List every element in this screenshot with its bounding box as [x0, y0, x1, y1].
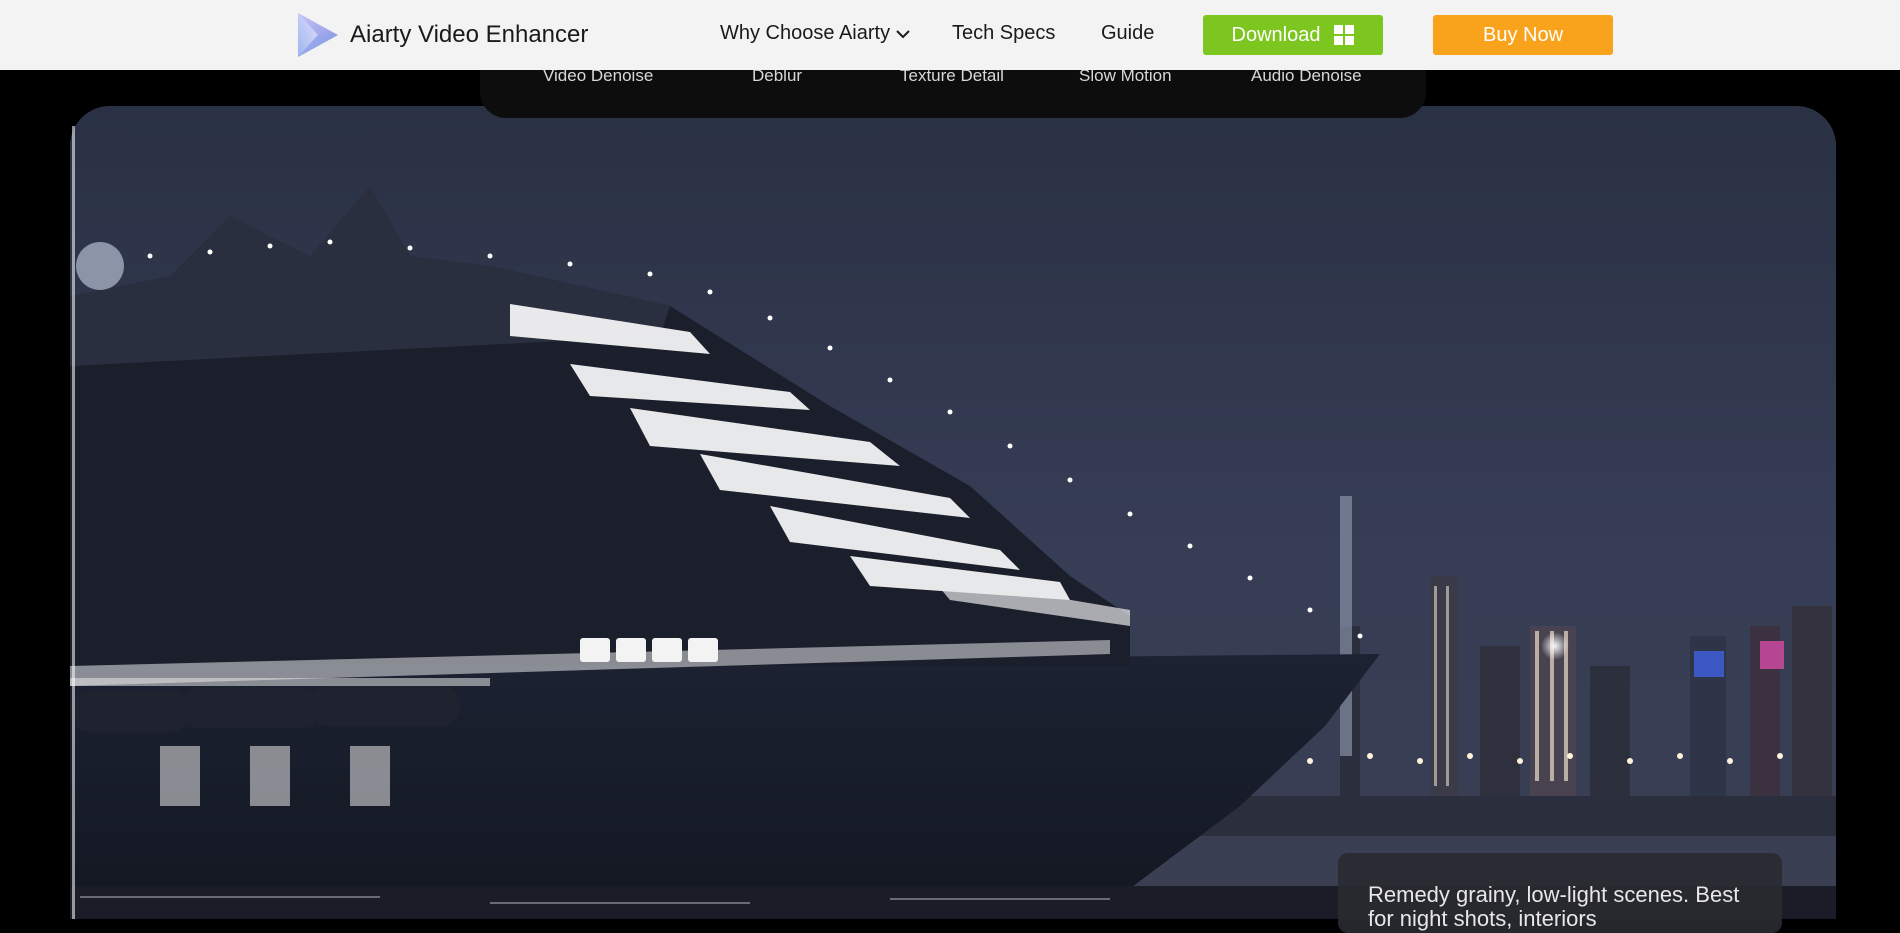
nav-tech-specs[interactable]: Tech Specs — [952, 22, 1055, 45]
feature-caption-text: Remedy grainy, low-light scenes. Best fo… — [1368, 882, 1740, 931]
radar-dome — [76, 242, 124, 290]
aiarty-logo-icon — [298, 13, 338, 57]
nav-guide[interactable]: Guide — [1101, 22, 1154, 45]
windows-icon — [1334, 25, 1355, 45]
chevron-down-icon — [896, 30, 910, 39]
download-button-label: Download — [1231, 23, 1321, 46]
video-preview-panel[interactable] — [70, 106, 1836, 919]
lifeboats — [70, 686, 460, 731]
nav-why-choose-aiarty[interactable]: Why Choose Aiarty — [720, 22, 910, 45]
buy-now-button[interactable]: Buy Now — [1433, 15, 1613, 55]
download-button[interactable]: Download — [1203, 15, 1383, 55]
brand-name: Aiarty Video Enhancer — [350, 21, 589, 48]
cruise-ship-night-scene — [70, 106, 1836, 919]
brand[interactable]: Aiarty Video Enhancer — [294, 11, 588, 59]
feature-caption-box: Remedy grainy, low-light scenes. Best fo… — [1338, 853, 1782, 933]
nav-why-choose-label: Why Choose Aiarty — [720, 22, 891, 44]
panel-left-edge — [72, 126, 75, 919]
top-navigation-bar: Aiarty Video Enhancer Why Choose Aiarty … — [0, 0, 1900, 70]
